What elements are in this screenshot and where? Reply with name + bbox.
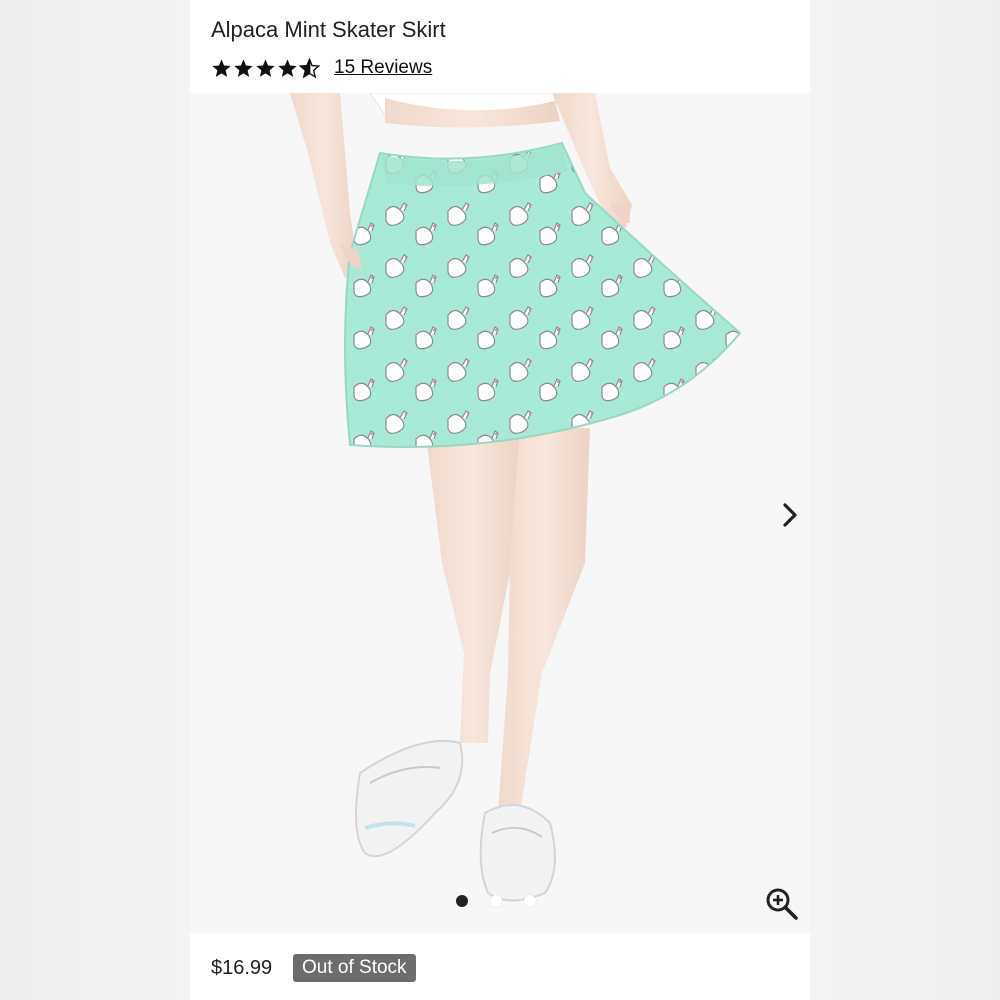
zoom-in-icon[interactable]	[764, 886, 800, 922]
chevron-right-icon	[783, 503, 797, 527]
product-photo	[190, 93, 810, 933]
star-half-icon	[299, 57, 320, 78]
star-rating	[211, 57, 320, 79]
background-left	[0, 0, 190, 1000]
carousel-dot-3[interactable]	[524, 895, 536, 907]
background-right	[810, 0, 1000, 1000]
carousel-dot-1[interactable]	[456, 895, 468, 907]
product-title: Alpaca Mint Skater Skirt	[211, 17, 446, 42]
product-card: Alpaca Mint Skater Skirt 15 Reviews $16.…	[190, 0, 810, 1000]
rating-row: 15 Reviews	[211, 56, 432, 80]
star-icon	[234, 58, 253, 77]
carousel-dots	[456, 895, 536, 907]
star-icon	[256, 58, 275, 77]
carousel-dot-2[interactable]	[490, 895, 502, 907]
next-image-button[interactable]	[775, 497, 805, 533]
price-bar: $16.99 Out of Stock	[190, 933, 810, 1000]
price: $16.99	[211, 957, 273, 979]
star-icon	[212, 58, 231, 77]
product-image-gallery[interactable]	[190, 93, 810, 933]
stock-status-badge: Out of Stock	[293, 954, 416, 982]
star-icon	[278, 58, 297, 77]
reviews-link[interactable]: 15 Reviews	[334, 57, 432, 79]
